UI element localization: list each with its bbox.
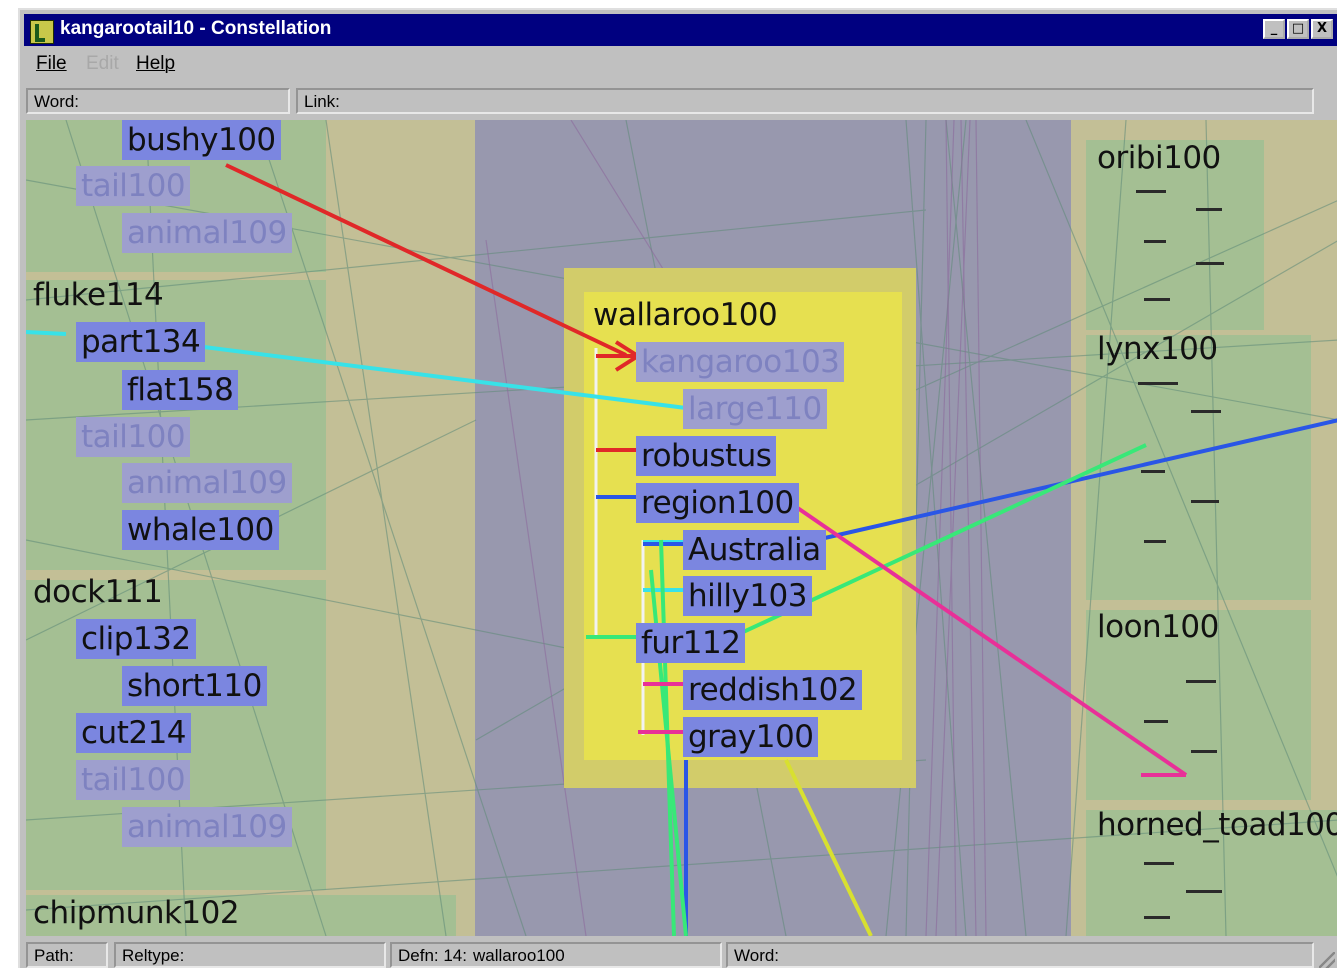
collapsed-node[interactable] bbox=[1196, 262, 1224, 265]
title-bar[interactable]: kangarootail10 - Constellation _ □ X bbox=[24, 14, 1337, 46]
node-short[interactable]: short110 bbox=[122, 666, 267, 706]
focus-item-region[interactable]: region100 bbox=[636, 483, 799, 523]
status-path: Path: bbox=[26, 942, 108, 968]
menu-edit[interactable]: Edit bbox=[86, 53, 119, 75]
focus-item-reddish[interactable]: reddish102 bbox=[683, 670, 863, 710]
minimize-button[interactable]: _ bbox=[1263, 19, 1285, 39]
node-loon[interactable]: loon100 bbox=[1092, 607, 1224, 647]
status-path-label: Path: bbox=[34, 946, 74, 965]
collapsed-node[interactable] bbox=[1144, 916, 1170, 919]
focus-item-australia[interactable]: Australia bbox=[683, 530, 826, 570]
window-controls: _ □ X bbox=[1263, 19, 1333, 39]
graph-canvas[interactable]: bushy100 tail100 animal109 fluke114 part… bbox=[26, 120, 1337, 936]
focus-item-gray[interactable]: gray100 bbox=[683, 717, 819, 757]
status-reltype-label: Reltype: bbox=[122, 946, 185, 965]
status-word-label: Word: bbox=[734, 946, 780, 965]
status-defn-value: wallaroo100 bbox=[473, 946, 565, 965]
focus-item-large[interactable]: large110 bbox=[683, 389, 827, 429]
region-lynx bbox=[1086, 335, 1311, 600]
menu-bar: File Edit Help bbox=[24, 50, 1337, 78]
node-whale[interactable]: whale100 bbox=[122, 510, 279, 550]
collapsed-node[interactable] bbox=[1138, 382, 1178, 385]
node-clip[interactable]: clip132 bbox=[76, 619, 196, 659]
collapsed-node[interactable] bbox=[1144, 862, 1174, 865]
node-tail-c[interactable]: tail100 bbox=[76, 760, 191, 800]
node-cut[interactable]: cut214 bbox=[76, 713, 192, 753]
status-bar: Path: Reltype: Defn: 14: wallaroo100 Word… bbox=[24, 942, 1337, 968]
status-word: Word: bbox=[726, 942, 1314, 968]
collapsed-node[interactable] bbox=[1191, 500, 1219, 503]
focus-title[interactable]: wallaroo100 bbox=[588, 295, 782, 335]
link-field[interactable]: Link: bbox=[296, 88, 1314, 114]
collapsed-node[interactable] bbox=[1186, 680, 1216, 683]
node-bushy[interactable]: bushy100 bbox=[122, 120, 281, 160]
node-tail-a[interactable]: tail100 bbox=[76, 166, 191, 206]
menu-help[interactable]: Help bbox=[136, 53, 175, 75]
node-part[interactable]: part134 bbox=[76, 322, 206, 362]
word-field[interactable]: Word: bbox=[26, 88, 290, 114]
focus-item-hilly[interactable]: hilly103 bbox=[683, 576, 813, 616]
resize-grip[interactable] bbox=[1319, 952, 1335, 968]
collapsed-node[interactable] bbox=[1144, 298, 1170, 301]
collapsed-node[interactable] bbox=[1144, 720, 1168, 723]
status-reltype: Reltype: bbox=[114, 942, 386, 968]
constellation-window: kangarootail10 - Constellation _ □ X Fil… bbox=[18, 8, 1337, 968]
collapsed-node[interactable] bbox=[1141, 470, 1165, 473]
collapsed-node[interactable] bbox=[1191, 410, 1221, 413]
maximize-button[interactable]: □ bbox=[1287, 19, 1309, 39]
collapsed-node[interactable] bbox=[1186, 890, 1222, 893]
word-field-label: Word: bbox=[34, 92, 80, 111]
node-tail-b[interactable]: tail100 bbox=[76, 417, 191, 457]
app-icon bbox=[30, 20, 54, 44]
status-defn-label: Defn: 14: bbox=[398, 946, 467, 965]
collapsed-node[interactable] bbox=[1144, 540, 1166, 543]
node-horned-toad[interactable]: horned_toad100 bbox=[1092, 805, 1337, 845]
node-animal-b[interactable]: animal109 bbox=[122, 463, 292, 503]
collapsed-node[interactable] bbox=[1196, 208, 1222, 211]
link-field-label: Link: bbox=[304, 92, 340, 111]
node-lynx[interactable]: lynx100 bbox=[1092, 329, 1223, 369]
node-animal-a[interactable]: animal109 bbox=[122, 213, 292, 253]
node-dock[interactable]: dock111 bbox=[28, 572, 167, 612]
node-animal-c[interactable]: animal109 bbox=[122, 807, 292, 847]
focus-item-fur[interactable]: fur112 bbox=[636, 623, 746, 663]
focus-item-robustus[interactable]: robustus bbox=[636, 436, 777, 476]
collapsed-node[interactable] bbox=[1136, 190, 1166, 193]
status-defn: Defn: 14: wallaroo100 bbox=[390, 942, 722, 968]
close-button[interactable]: X bbox=[1311, 19, 1333, 39]
node-chipmunk[interactable]: chipmunk102 bbox=[28, 893, 244, 933]
field-row: Word: Link: bbox=[24, 88, 1337, 116]
window-title: kangarootail10 - Constellation bbox=[60, 18, 332, 39]
collapsed-node[interactable] bbox=[1144, 240, 1166, 243]
focus-item-kangaroo[interactable]: kangaroo103 bbox=[636, 342, 845, 382]
node-fluke[interactable]: fluke114 bbox=[28, 275, 168, 315]
menu-file[interactable]: File bbox=[36, 53, 67, 75]
node-oribi[interactable]: oribi100 bbox=[1092, 138, 1226, 178]
collapsed-node[interactable] bbox=[1191, 750, 1217, 753]
node-flat[interactable]: flat158 bbox=[122, 370, 239, 410]
